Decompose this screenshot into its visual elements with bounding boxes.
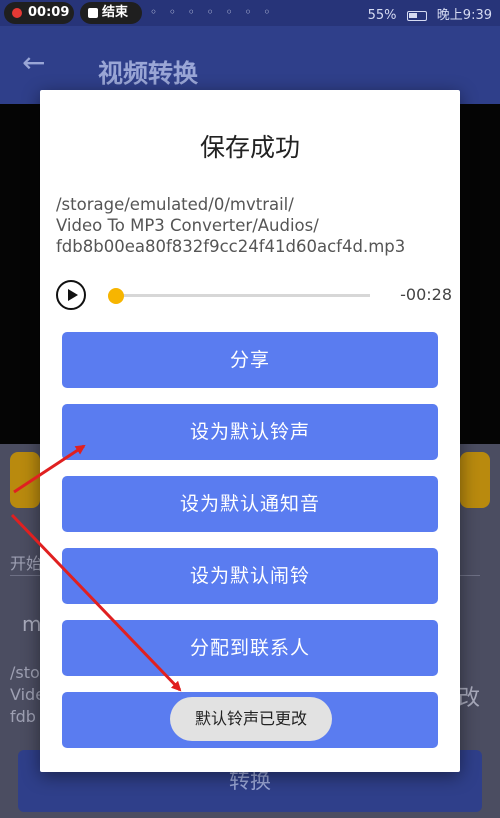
end-label: 结束 [102,5,129,20]
status-right: 55% 晚上9:39 [362,4,492,23]
page-title: 视频转换 [98,59,199,88]
back-arrow-icon[interactable]: ← [22,49,50,78]
seek-bar[interactable] [108,294,370,297]
format-field[interactable]: m [22,612,41,636]
seek-thumb[interactable] [108,288,124,304]
end-recording-button[interactable]: 结束 [80,2,142,24]
clock: 晚上9:39 [436,8,492,23]
stop-icon [88,8,98,18]
audio-player: -00:28 [56,278,452,312]
share-button[interactable]: 分享 [62,332,438,388]
play-icon[interactable] [56,280,86,310]
set-ringtone-button[interactable]: 设为默认铃声 [62,404,438,460]
set-notification-button[interactable]: 设为默认通知音 [62,476,438,532]
trim-handle-right[interactable] [460,452,490,508]
dialog-title: 保存成功 [199,133,300,162]
status-bar: 00:09 结束 ◦ ◦ ◦ ◦ ◦ ◦ ◦ 55% 晚上9:39 [0,0,500,26]
recording-indicator[interactable]: 00:09 [4,2,74,24]
assign-contact-button[interactable]: 分配到联系人 [62,620,438,676]
battery-icon [406,10,427,21]
set-alarm-button[interactable]: 设为默认闹铃 [62,548,438,604]
edit-label[interactable]: 改 [458,680,480,712]
battery-percent: 55% [367,8,397,23]
file-path: /storage/emulated/0/mvtrail/ Video To MP… [56,195,406,256]
trim-handle-left[interactable] [10,452,40,508]
save-success-dialog: 保存成功 /storage/emulated/0/mvtrail/ Video … [40,90,460,772]
record-dot-icon [12,8,22,18]
start-label: 开始 [10,554,43,573]
status-icons: ◦ ◦ ◦ ◦ ◦ ◦ ◦ [150,5,275,19]
toast-message: 默认铃声已更改 [170,697,332,741]
time-remaining: -00:28 [400,285,452,304]
recording-time: 00:09 [28,5,70,20]
